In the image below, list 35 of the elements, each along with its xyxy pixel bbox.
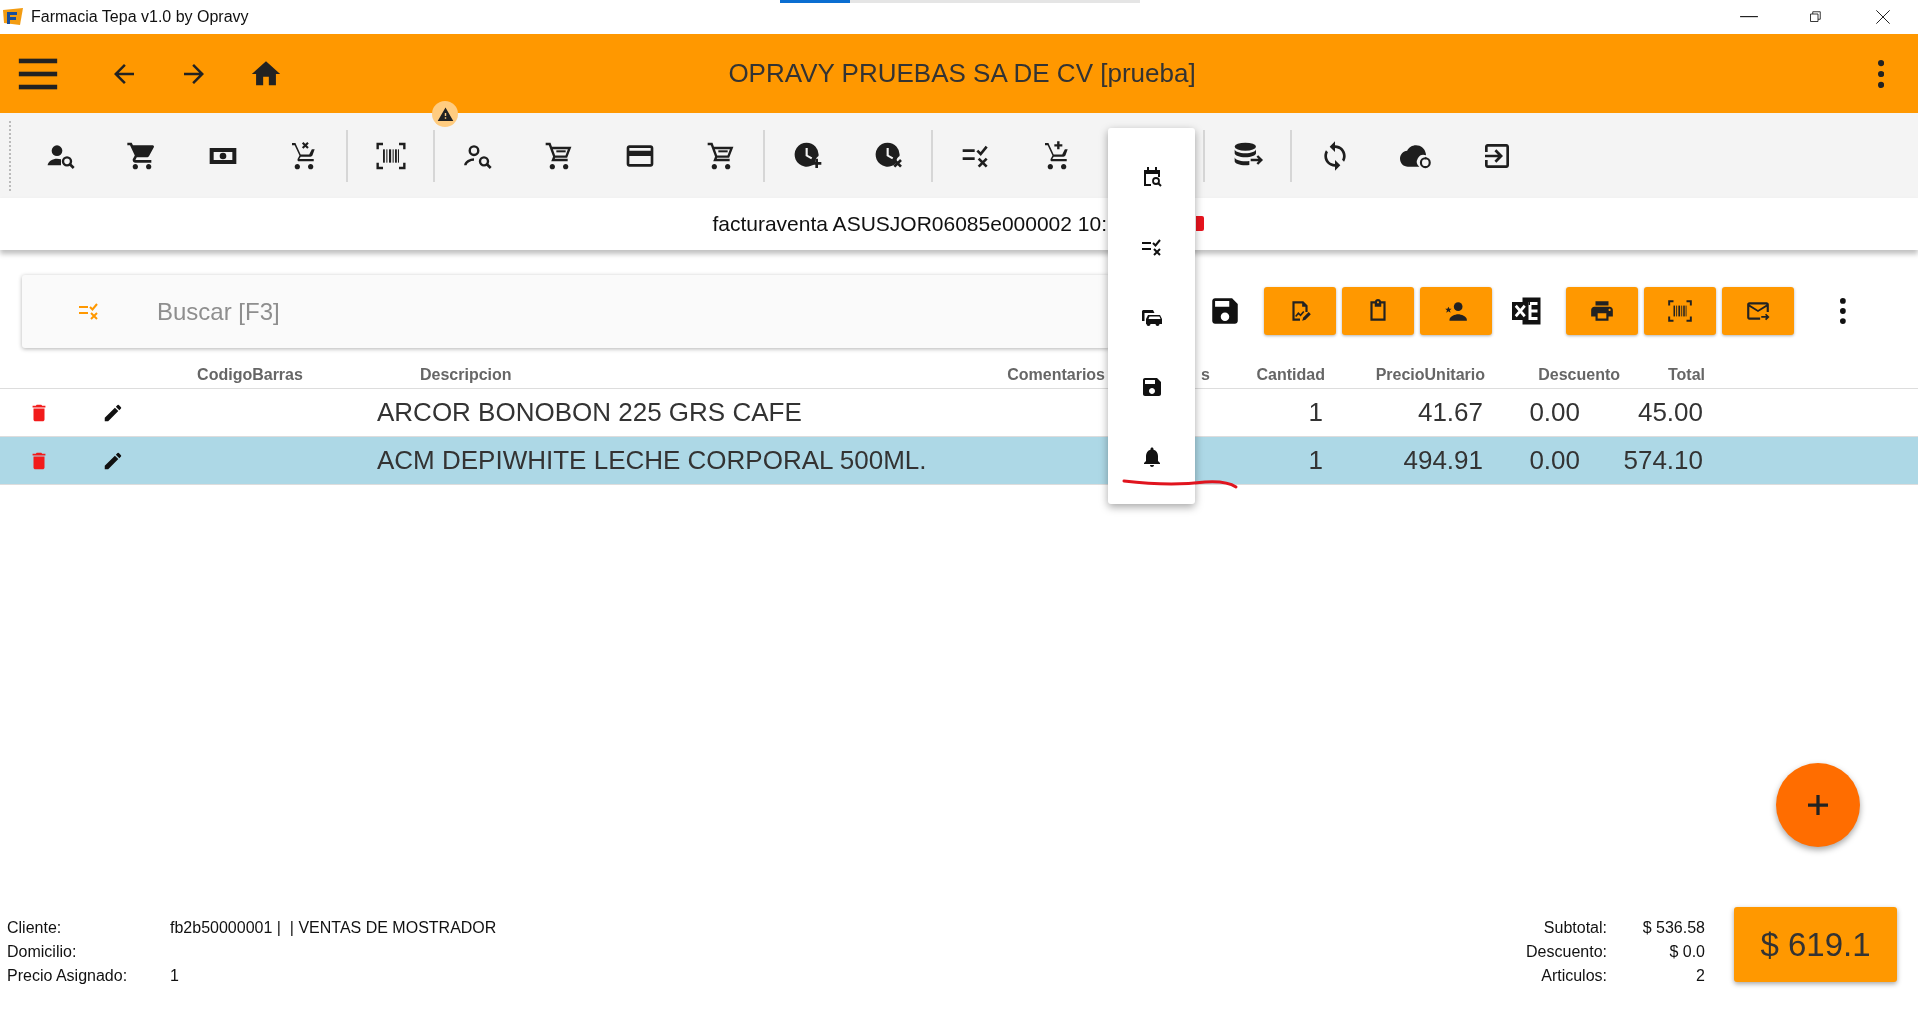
- column-header[interactable]: Cantidad: [1256, 366, 1325, 383]
- window-title: Farmacia Tepa v1.0 by Opravy: [31, 7, 249, 27]
- total-value: $ 536.58: [1641, 918, 1705, 938]
- table-cell: 0.00: [1529, 445, 1580, 475]
- column-header[interactable]: Total: [1667, 366, 1705, 383]
- column-header[interactable]: Descripcion: [420, 366, 512, 383]
- total-button[interactable]: $ 619.1: [1734, 907, 1897, 982]
- field-label: Domicilio:: [7, 942, 78, 962]
- column-header[interactable]: CodigoBarras: [197, 366, 303, 383]
- field-value: 1: [170, 966, 179, 986]
- total-label: Subtotal:: [1543, 918, 1607, 938]
- total-label: Articulos:: [1541, 966, 1607, 986]
- total-value: $ 0.0: [1668, 942, 1705, 962]
- table-cell: 1: [1308, 445, 1323, 475]
- document-label: facturaventa ASUSJOR06085e000002 10:: [712, 211, 1107, 238]
- field-value: fb2b50000001 | | VENTAS DE MOSTRADOR: [170, 918, 497, 938]
- table-cell: 574.10: [1623, 445, 1703, 475]
- total-value: 2: [1695, 966, 1705, 986]
- table-cell: 494.91: [1403, 445, 1483, 475]
- table-cell: 0.00: [1529, 397, 1580, 427]
- column-header[interactable]: Descuento: [1538, 366, 1620, 383]
- table-row[interactable]: ACM DEPIWHITE LECHE CORPORAL 500ML. 1 494.91 0.00 574.10: [0, 437, 1918, 485]
- table-cell: ARCOR BONOBON 225 GRS CAFE: [377, 397, 802, 427]
- field-label: Cliente:: [7, 918, 63, 938]
- search-field[interactable]: Buscar [F3]: [22, 275, 1110, 348]
- field-label: Precio Asignado:: [7, 966, 129, 986]
- table-cell: 45.00: [1637, 397, 1703, 427]
- column-header[interactable]: Comentarios: [1007, 366, 1105, 383]
- table-cell: ACM DEPIWHITE LECHE CORPORAL 500ML.: [377, 445, 927, 475]
- column-header[interactable]: s: [1201, 366, 1210, 383]
- company-title: OPRAVY PRUEBAS SA DE CV [prueba]: [727, 57, 1197, 90]
- total-label: Descuento:: [1526, 942, 1607, 962]
- table-cell: 1: [1308, 397, 1323, 427]
- column-header[interactable]: PrecioUnitario: [1375, 366, 1485, 383]
- table-cell: 41.67: [1417, 397, 1483, 427]
